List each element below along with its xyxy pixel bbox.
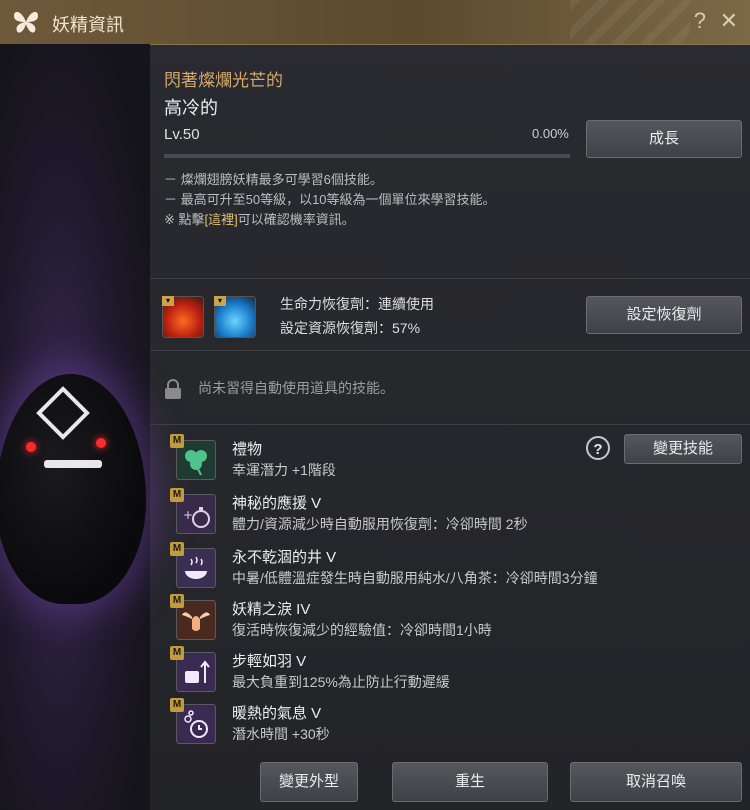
lock-icon: [165, 379, 181, 399]
skill-name: 永不乾涸的井 V: [232, 549, 337, 566]
skill-row[interactable]: M 暖熱的氣息 V 潛水時間 +30秒: [170, 698, 750, 748]
note-line-3-suffix: 可以確認機率資訊。: [237, 212, 355, 227]
fairy-notes: － 燦爛翅膀妖精最多可學習6個技能。 － 最高可升至50等級，以10等級為一個單…: [164, 170, 496, 230]
skill-name: 神秘的應援 V: [232, 495, 322, 512]
fairy-details-panel: 閃著燦爛光芒的 高冷的 Lv.50 0.00% 成長 － 燦爛翅膀妖精最多可學習…: [150, 44, 750, 810]
fairy-character-image: [0, 374, 146, 604]
level-progress-bar: [164, 154, 570, 158]
rebirth-button[interactable]: 重生: [392, 762, 548, 802]
hp-potion-setting: 生命力恢復劑：連續使用: [280, 296, 434, 312]
fairy-eye-right: [96, 438, 106, 448]
fairy-portrait: [0, 44, 150, 810]
skill-grade-badge: M: [170, 488, 184, 502]
probability-info-link[interactable]: [這裡]: [205, 212, 238, 227]
potion-tag-icon: ▾: [162, 296, 174, 306]
fairy-eye-left: [26, 442, 36, 452]
unsummon-button[interactable]: 取消召喚: [570, 762, 742, 802]
fairy-name: 高冷的: [164, 98, 218, 118]
auto-use-status: 尚未習得自動使用道具的技能。: [198, 380, 394, 396]
note-line-3-prefix: ※ 點擊: [164, 212, 205, 227]
potion-tag-icon: ▾: [214, 296, 226, 306]
change-appearance-button[interactable]: 變更外型: [260, 762, 358, 802]
skill-description: 潛水時間 +30秒: [232, 726, 330, 742]
close-icon[interactable]: ✕: [720, 8, 738, 34]
fairy-level: Lv.50: [164, 126, 200, 143]
skill-name: 禮物: [232, 441, 263, 458]
skill-row[interactable]: M 妖精之淚 IV 復活時恢復減少的經驗值：冷卻時間1小時: [170, 594, 750, 644]
title-bar-decoration: [570, 0, 690, 44]
divider: [150, 350, 750, 351]
skill-description: 體力/資源減少時自動服用恢復劑：冷卻時間 2秒: [232, 516, 528, 532]
resource-potion-icon[interactable]: ▾: [214, 296, 256, 338]
skill-description: 幸運潛力 +1階段: [232, 462, 336, 478]
fairy-subtitle: 閃著燦爛光芒的: [164, 71, 283, 90]
butterfly-icon: [14, 11, 38, 33]
skill-grade-badge: M: [170, 594, 184, 608]
note-line-3: ※ 點擊[這裡]可以確認機率資訊。: [164, 210, 496, 230]
skill-row[interactable]: M 步輕如羽 V 最大負重到125%為止防止行動遲緩: [170, 646, 750, 696]
fairy-emblem-icon: [36, 386, 90, 440]
title-bar[interactable]: 妖精資訊 ? ✕: [0, 0, 750, 45]
skill-description: 最大負重到125%為止防止行動遲緩: [232, 674, 450, 690]
skill-row[interactable]: M + 神秘的應援 V 體力/資源減少時自動服用恢復劑：冷卻時間 2秒: [170, 488, 750, 538]
skill-name: 步輕如羽 V: [232, 653, 307, 670]
fairy-mouth: [44, 460, 102, 468]
skill-name: 妖精之淚 IV: [232, 601, 311, 618]
hp-potion-icon[interactable]: ▾: [162, 296, 204, 338]
skill-description: 復活時恢復減少的經驗值：冷卻時間1小時: [232, 622, 492, 638]
skill-grade-badge: M: [170, 542, 184, 556]
fairy-info-window: 妖精資訊 ? ✕ 閃著燦爛光芒的 高冷的 Lv.50 0.00% 成長 － 燦爛…: [0, 0, 750, 810]
skill-grade-badge: M: [170, 434, 184, 448]
divider: [150, 278, 750, 279]
level-progress-percent: 0.00%: [532, 126, 569, 141]
grow-button[interactable]: 成長: [586, 120, 742, 158]
svg-text:+: +: [183, 508, 193, 522]
note-line-1: － 燦爛翅膀妖精最多可學習6個技能。: [164, 172, 383, 187]
resource-potion-setting: 設定資源恢復劑：57%: [280, 320, 421, 336]
skill-row[interactable]: M 永不乾涸的井 V 中暑/低體溫症發生時自動服用純水/八角茶：冷卻時間3分鐘: [170, 542, 750, 592]
skill-grade-badge: M: [170, 646, 184, 660]
window-title: 妖精資訊: [52, 15, 124, 35]
skill-name: 暖熱的氣息 V: [232, 705, 322, 722]
skill-grade-badge: M: [170, 698, 184, 712]
skill-description: 中暑/低體溫症發生時自動服用純水/八角茶：冷卻時間3分鐘: [232, 570, 598, 586]
set-potion-button[interactable]: 設定恢復劑: [586, 296, 742, 334]
note-line-2: － 最高可升至50等級，以10等級為一個單位來學習技能。: [164, 192, 496, 207]
skill-row[interactable]: M 禮物 幸運潛力 +1階段: [170, 434, 750, 484]
divider: [150, 424, 750, 425]
help-icon[interactable]: ?: [694, 8, 706, 34]
